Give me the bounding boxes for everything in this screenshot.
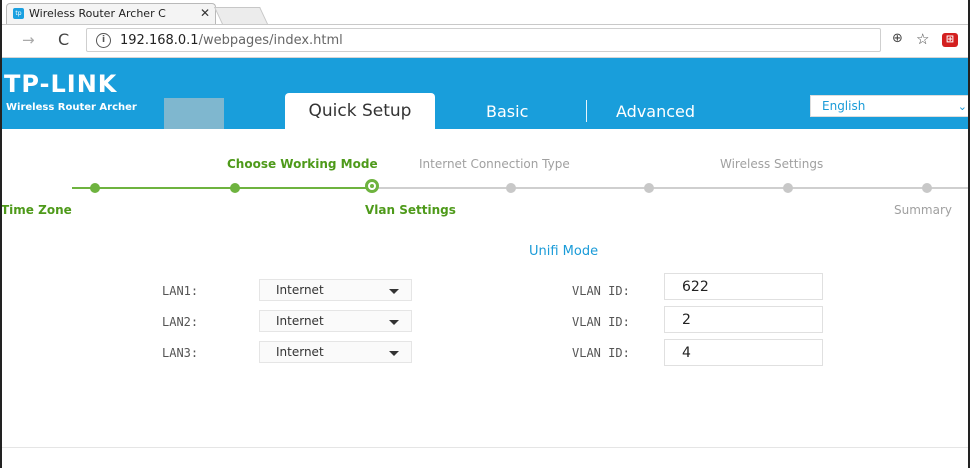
- step-choose-working-mode: Choose Working Mode: [227, 157, 378, 171]
- bookmark-star-icon[interactable]: ☆: [916, 30, 929, 48]
- vlan2-label: VLAN ID:: [572, 315, 630, 329]
- browser-window: tp Wireless Router Archer C ✕ → C i 192.…: [0, 0, 970, 468]
- step-dot-wireless: [783, 183, 793, 193]
- tplink-logo: TP-LINK: [4, 70, 118, 98]
- vlan1-input[interactable]: 622: [664, 273, 823, 300]
- url-text: 192.168.0.1/webpages/index.html: [120, 33, 343, 48]
- vlan2-input[interactable]: 2: [664, 306, 823, 333]
- step-internet-connection-type: Internet Connection Type: [419, 157, 570, 171]
- step-vlan-settings: Vlan Settings: [365, 203, 456, 217]
- vlan1-input-value: 622: [682, 279, 709, 295]
- dropdown-arrow-icon: [389, 320, 399, 325]
- info-icon[interactable]: i: [96, 33, 111, 48]
- lan2-select[interactable]: Internet: [259, 310, 412, 332]
- zoom-icon[interactable]: ⊕: [892, 31, 903, 46]
- step-dot-internet-type: [506, 183, 516, 193]
- lan3-select[interactable]: Internet: [259, 341, 412, 363]
- progress-track-remaining: [372, 187, 968, 189]
- lan1-select-value: Internet: [276, 283, 324, 297]
- progress-track-done: [72, 187, 372, 189]
- step-dot-time-zone: [90, 183, 100, 193]
- redacted-model-block: [164, 98, 224, 129]
- step-dot-pending: [644, 183, 654, 193]
- tab-quick-setup-label: Quick Setup: [308, 101, 412, 121]
- browser-tab[interactable]: tp Wireless Router Archer C ✕: [6, 3, 216, 24]
- back-arrow-icon[interactable]: →: [22, 31, 35, 49]
- tab-quick-setup[interactable]: Quick Setup: [285, 93, 435, 129]
- language-value: English: [822, 99, 866, 113]
- vlan3-input[interactable]: 4: [664, 339, 823, 366]
- chevron-down-icon: ⌄: [957, 100, 967, 113]
- step-time-zone: Time Zone: [1, 203, 72, 217]
- lan2-label: LAN2:: [162, 315, 199, 329]
- tplink-favicon-icon: tp: [13, 8, 24, 19]
- new-tab-button[interactable]: [214, 7, 268, 24]
- language-select[interactable]: English ⌄: [810, 95, 968, 117]
- address-bar[interactable]: i 192.168.0.1/webpages/index.html: [86, 28, 881, 52]
- url-path: /webpages/index.html: [198, 33, 343, 48]
- step-wireless-settings: Wireless Settings: [720, 157, 824, 171]
- reload-icon[interactable]: C: [58, 30, 69, 49]
- lan1-label: LAN1:: [162, 284, 199, 298]
- vlan2-input-value: 2: [682, 312, 691, 328]
- vlan3-input-value: 4: [682, 345, 691, 361]
- step-dot-working-mode: [230, 183, 240, 193]
- tab-strip: tp Wireless Router Archer C ✕: [2, 0, 968, 25]
- lan2-select-value: Internet: [276, 314, 324, 328]
- extension-icon[interactable]: ⊞: [942, 33, 958, 47]
- browser-toolbar: → C i 192.168.0.1/webpages/index.html ⊕ …: [2, 25, 968, 58]
- vlan3-label: VLAN ID:: [572, 346, 630, 360]
- lan1-select[interactable]: Internet: [259, 279, 412, 301]
- step-summary: Summary: [894, 203, 952, 217]
- router-header: TP-LINK Wireless Router Archer Quick Set…: [2, 58, 968, 129]
- step-dot-vlan-settings: [365, 179, 379, 193]
- dropdown-arrow-icon: [389, 351, 399, 356]
- tab-title: Wireless Router Archer C: [29, 7, 166, 20]
- lan3-select-value: Internet: [276, 345, 324, 359]
- dropdown-arrow-icon: [389, 289, 399, 294]
- nav-divider: [586, 100, 587, 122]
- tab-advanced[interactable]: Advanced: [616, 102, 695, 121]
- section-title: Unifi Mode: [529, 244, 599, 259]
- url-host: 192.168.0.1: [120, 33, 199, 48]
- vlan1-label: VLAN ID:: [572, 284, 630, 298]
- model-name: Wireless Router Archer: [6, 102, 137, 113]
- lan3-label: LAN3:: [162, 346, 199, 360]
- page-bottom-divider: [2, 447, 968, 448]
- tab-close-icon[interactable]: ✕: [200, 6, 210, 20]
- step-dot-summary: [922, 183, 932, 193]
- tab-basic[interactable]: Basic: [486, 102, 528, 121]
